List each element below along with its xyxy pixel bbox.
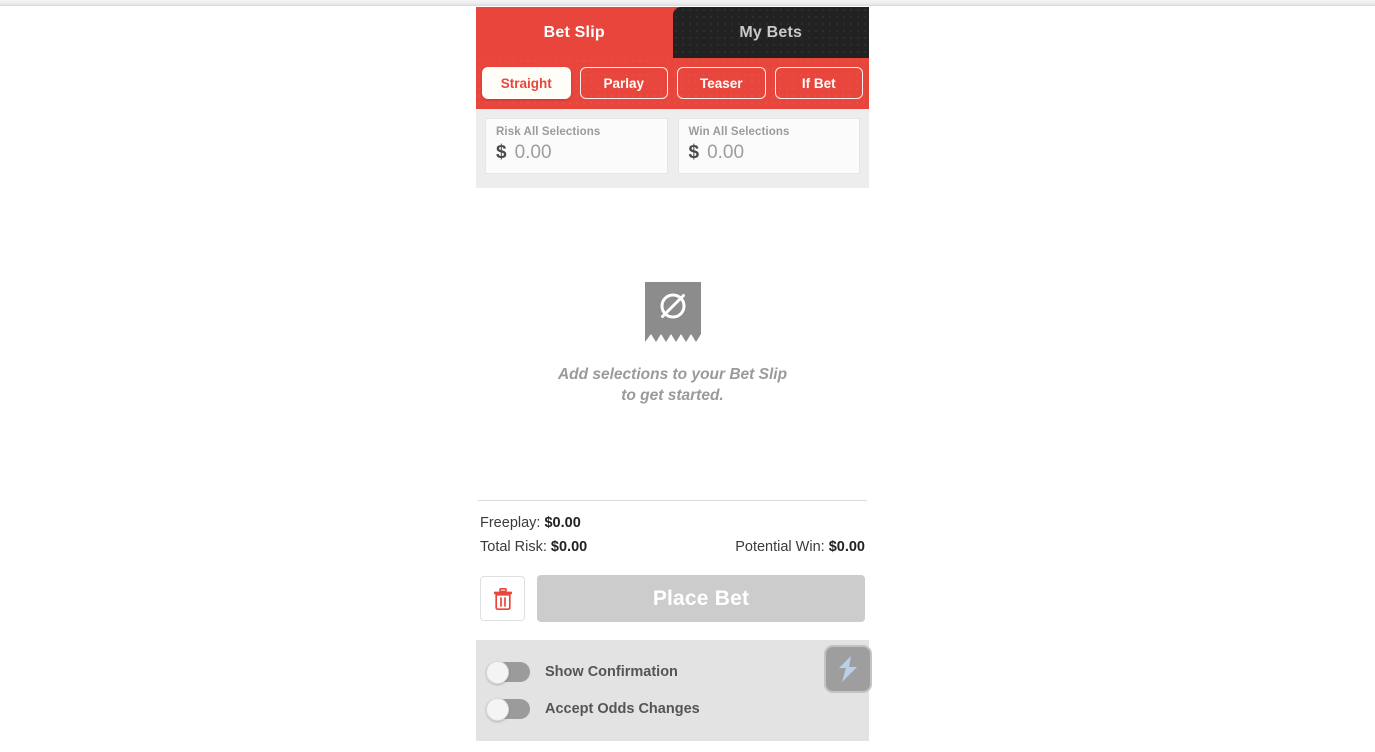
lightning-bolt-icon xyxy=(839,656,857,682)
potential-win-label: Potential Win: xyxy=(735,539,825,555)
actions-row: Place Bet xyxy=(476,563,869,622)
tab-my-bets-label: My Bets xyxy=(739,23,803,41)
empty-state-line-2: to get started. xyxy=(621,387,724,404)
empty-state-message: Add selections to your Bet Slip to get s… xyxy=(558,364,787,406)
show-confirmation-label: Show Confirmation xyxy=(545,663,678,680)
empty-state-line-1: Add selections to your Bet Slip xyxy=(557,366,788,383)
total-risk-value: $0.00 xyxy=(550,539,588,555)
win-all-selections-field[interactable]: Win All Selections $ 0.00 xyxy=(677,118,860,174)
tab-my-bets[interactable]: My Bets xyxy=(672,7,869,58)
risk-currency-symbol: $ xyxy=(496,142,507,163)
win-currency-symbol: $ xyxy=(688,142,700,163)
page-top-strip xyxy=(0,0,1375,6)
risk-all-selections-field[interactable]: Risk All Selections $ 0.00 xyxy=(485,118,668,174)
risk-all-selections-label: Risk All Selections xyxy=(496,126,601,138)
tab-bet-slip[interactable]: Bet Slip xyxy=(476,7,673,58)
option-show-confirmation: Show Confirmation xyxy=(486,653,859,690)
win-all-selections-value: $ 0.00 xyxy=(689,142,850,164)
bet-slip-panel: Bet Slip My Bets Straight Parlay Teaser … xyxy=(476,7,869,752)
place-bet-button[interactable]: Place Bet xyxy=(537,575,865,622)
totals-section: Freeplay: $0.00 Total Risk: $0.00 Potent… xyxy=(476,501,869,555)
bet-type-parlay-label: Parlay xyxy=(603,75,645,91)
amount-inputs-strip: Risk All Selections $ 0.00 Win All Selec… xyxy=(476,109,869,188)
empty-receipt-icon xyxy=(644,282,701,342)
potential-win-group: Potential Win: $0.00 xyxy=(735,539,865,555)
risk-all-selections-value: $ 0.00 xyxy=(496,142,657,164)
freeplay-row: Freeplay: $0.00 xyxy=(480,515,865,531)
accept-odds-changes-toggle-knob xyxy=(486,697,509,721)
risk-amount-input[interactable]: 0.00 xyxy=(515,142,552,164)
bet-type-teaser[interactable]: Teaser xyxy=(677,67,766,99)
bet-type-if-bet[interactable]: If Bet xyxy=(774,67,863,99)
bet-slip-options: Show Confirmation Accept Odds Changes xyxy=(476,640,869,741)
bet-type-straight-label: Straight xyxy=(500,75,552,91)
option-accept-odds-changes: Accept Odds Changes xyxy=(486,690,859,727)
potential-win-value: $0.00 xyxy=(828,539,865,555)
accept-odds-changes-label: Accept Odds Changes xyxy=(545,700,700,717)
freeplay-label: Freeplay: xyxy=(480,515,541,531)
show-confirmation-toggle[interactable] xyxy=(486,660,530,684)
win-amount-input[interactable]: 0.00 xyxy=(707,142,744,164)
bet-type-straight[interactable]: Straight xyxy=(482,67,571,99)
floating-widget-button[interactable] xyxy=(824,645,872,693)
bet-type-bar: Straight Parlay Teaser If Bet xyxy=(476,58,869,109)
total-risk-label: Total Risk: xyxy=(480,539,547,555)
accept-odds-changes-toggle[interactable] xyxy=(486,697,530,721)
tab-bet-slip-label: Bet Slip xyxy=(543,23,605,41)
win-all-selections-label: Win All Selections xyxy=(688,126,790,138)
trash-icon xyxy=(493,587,512,610)
bet-type-parlay[interactable]: Parlay xyxy=(579,67,668,99)
bet-type-if-bet-label: If Bet xyxy=(801,75,836,91)
clear-bet-slip-button[interactable] xyxy=(480,576,525,621)
show-confirmation-toggle-knob xyxy=(486,660,509,684)
tab-bar: Bet Slip My Bets xyxy=(476,7,869,58)
risk-win-row: Total Risk: $0.00 Potential Win: $0.00 xyxy=(480,539,865,555)
total-risk-group: Total Risk: $0.00 xyxy=(480,539,587,555)
freeplay-spacer xyxy=(581,515,865,531)
empty-bet-slip-state: Add selections to your Bet Slip to get s… xyxy=(476,188,869,500)
freeplay-value: $0.00 xyxy=(544,515,581,531)
bet-type-teaser-label: Teaser xyxy=(699,75,743,91)
